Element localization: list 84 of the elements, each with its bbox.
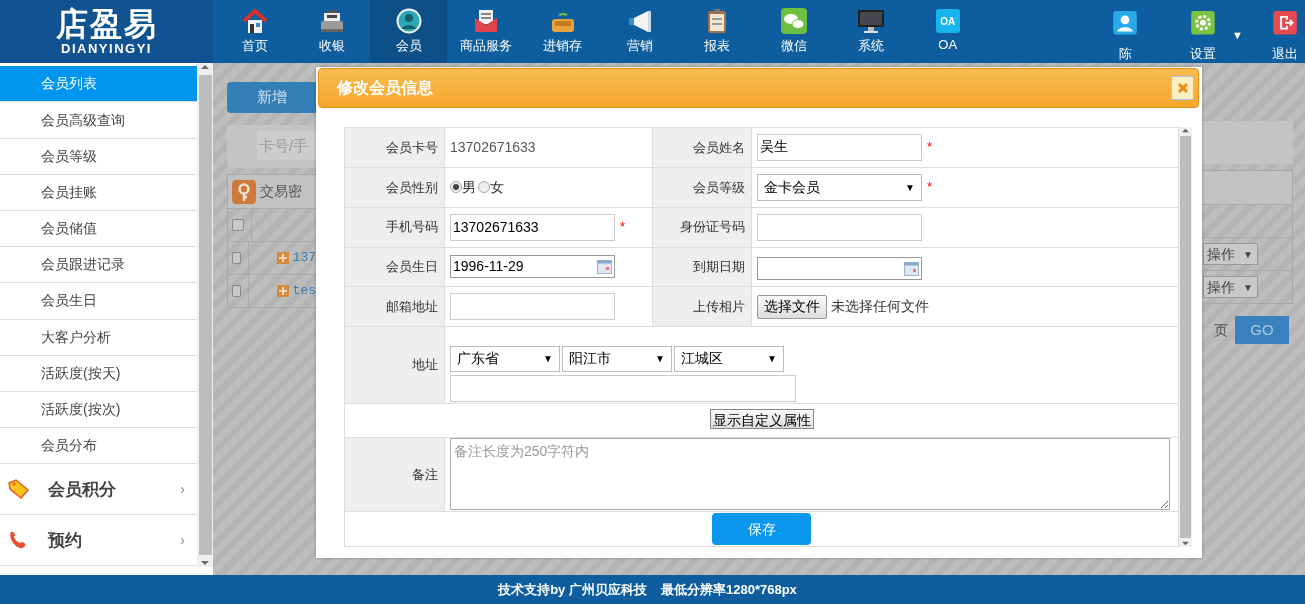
tag-icon bbox=[8, 479, 30, 500]
user-icon bbox=[394, 8, 423, 34]
user-icon bbox=[1113, 11, 1138, 35]
monitor-icon bbox=[856, 8, 885, 34]
select-field[interactable]: 江城区 ▼ bbox=[674, 345, 784, 372]
close-button[interactable] bbox=[1171, 76, 1194, 100]
text-field[interactable]: 吴生 bbox=[757, 133, 922, 161]
radio-button[interactable] bbox=[450, 180, 462, 193]
date-field[interactable]: 1996-11-29 bbox=[450, 255, 615, 279]
field-label: 到期日期 bbox=[652, 247, 752, 287]
field-label: 备注 bbox=[344, 437, 445, 512]
required-mark: * bbox=[927, 139, 933, 155]
nav-tab[interactable]: 首页 bbox=[216, 0, 294, 63]
action-select[interactable]: 操作 ▼ bbox=[1203, 276, 1258, 298]
scroll-thumb[interactable] bbox=[1180, 136, 1191, 538]
select-field[interactable]: 金卡会员 ▼ bbox=[757, 173, 922, 201]
select-field[interactable]: 广东省 ▼ bbox=[450, 345, 560, 372]
calendar-icon[interactable] bbox=[904, 261, 919, 276]
page-label: 页 bbox=[1214, 320, 1228, 340]
field-label: 手机号码 bbox=[344, 207, 445, 248]
field-label: 会员姓名 bbox=[652, 127, 752, 168]
scrollbar[interactable] bbox=[197, 63, 213, 567]
panel-title: 交易密 bbox=[260, 182, 302, 201]
app-icon: OA bbox=[935, 9, 960, 33]
nav-tab[interactable]: 进销存 bbox=[524, 0, 602, 63]
key-icon bbox=[232, 179, 256, 204]
text-field[interactable]: 13702671633 bbox=[450, 213, 615, 241]
nav-tab[interactable]: 系统 bbox=[832, 0, 910, 63]
exit-icon bbox=[1273, 11, 1297, 35]
nav-tab[interactable]: 报表 bbox=[678, 0, 756, 63]
required-mark: * bbox=[620, 218, 626, 234]
remark-field[interactable]: 备注长度为250字符内 bbox=[450, 438, 1170, 511]
dialog-title: 修改会员信息 bbox=[318, 68, 1199, 108]
radio-button[interactable] bbox=[478, 180, 490, 193]
checkbox[interactable] bbox=[232, 252, 241, 264]
chat-icon bbox=[779, 8, 808, 34]
caret-icon[interactable]: ▼ bbox=[1232, 27, 1243, 63]
radio-label: 女 bbox=[490, 178, 504, 195]
field-label: 会员生日 bbox=[344, 247, 445, 287]
scrollbar[interactable] bbox=[1179, 127, 1192, 547]
scroll-down-icon[interactable] bbox=[200, 559, 210, 567]
select-field[interactable]: 阳江市 ▼ bbox=[562, 345, 672, 372]
file-button[interactable]: 选择文件 bbox=[757, 294, 827, 319]
nav-tab[interactable]: 营销 bbox=[601, 0, 679, 63]
field-label: 上传相片 bbox=[652, 286, 752, 327]
nav-tab[interactable]: 收银 bbox=[293, 0, 371, 63]
field-label: 会员卡号 bbox=[344, 127, 445, 168]
field-label: 身份证号码 bbox=[652, 207, 752, 248]
footer-text: 最低分辨率1280*768px bbox=[660, 580, 797, 599]
text-field[interactable] bbox=[450, 374, 796, 402]
text-field[interactable] bbox=[757, 213, 922, 241]
nav-tab[interactable]: 商品服务 bbox=[447, 0, 525, 63]
field-label: 会员性别 bbox=[344, 167, 445, 208]
close-icon bbox=[1176, 82, 1189, 94]
file-status: 未选择任何文件 bbox=[831, 298, 929, 315]
nav-tab[interactable]: 会员 bbox=[370, 0, 448, 63]
logo-text: 店盈易 bbox=[54, 6, 159, 42]
required-mark: * bbox=[927, 178, 933, 194]
date-field[interactable] bbox=[757, 257, 922, 281]
menu-button[interactable]: 陈 bbox=[1098, 0, 1153, 63]
scroll-up-icon[interactable] bbox=[1181, 127, 1190, 134]
field-label: 会员等级 bbox=[652, 167, 752, 208]
settings-icon bbox=[1191, 11, 1216, 35]
expand-icon[interactable] bbox=[276, 285, 289, 297]
menu-button[interactable]: 退出 bbox=[1265, 0, 1305, 63]
scroll-down-icon[interactable] bbox=[1181, 540, 1190, 547]
calendar-icon[interactable] bbox=[597, 259, 612, 274]
checkbox[interactable] bbox=[232, 285, 241, 297]
footer-text: 技术支持by 广州贝应科技 bbox=[498, 580, 647, 599]
expand-icon[interactable] bbox=[276, 252, 289, 264]
radio-label: 男 bbox=[462, 178, 476, 195]
nav-tab[interactable]: OA OA bbox=[909, 0, 987, 63]
checkbox[interactable] bbox=[232, 219, 244, 231]
menu-button[interactable]: 设置 bbox=[1176, 0, 1231, 63]
field-value: 13702671633 bbox=[450, 138, 536, 155]
text-field[interactable] bbox=[450, 293, 615, 321]
scroll-thumb[interactable] bbox=[198, 75, 212, 555]
logo-subtitle: DIANYINGYI bbox=[60, 42, 153, 56]
action-select[interactable]: 操作 ▼ bbox=[1203, 243, 1258, 265]
toggle-button[interactable]: 显示自定义属性 bbox=[709, 409, 814, 430]
house-icon bbox=[240, 8, 269, 34]
nav-tab[interactable]: 微信 bbox=[755, 0, 833, 63]
field-label: 地址 bbox=[344, 326, 445, 404]
field-label: 邮箱地址 bbox=[344, 286, 445, 327]
